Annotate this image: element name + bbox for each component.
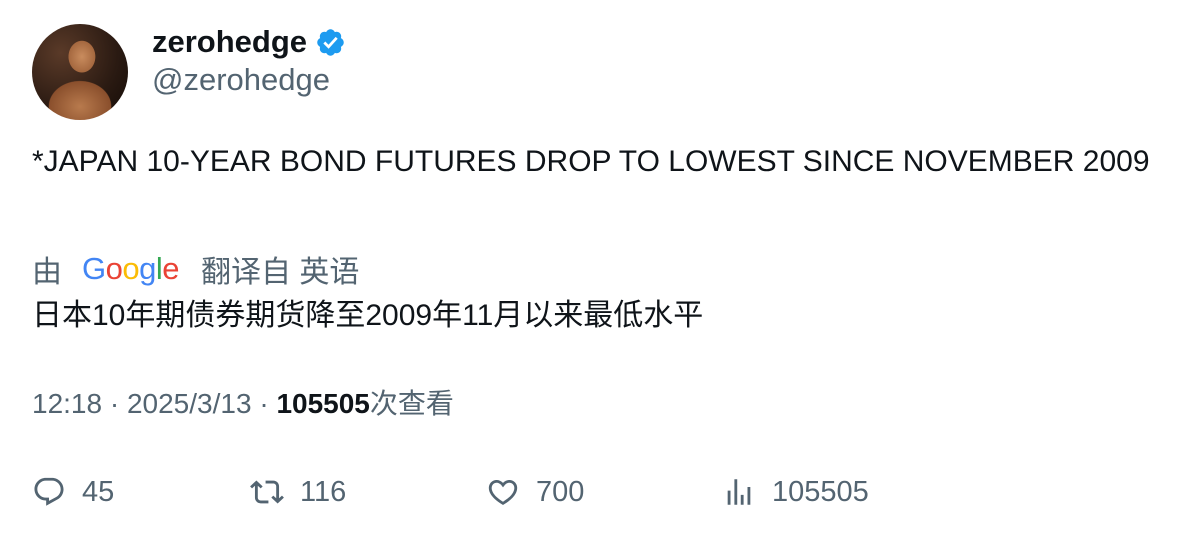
reply-button[interactable]: 45 bbox=[32, 470, 114, 514]
avatar[interactable] bbox=[32, 24, 128, 120]
author-handle[interactable]: @zerohedge bbox=[152, 62, 330, 98]
meta-separator: · bbox=[109, 388, 120, 419]
views-label: 次查看 bbox=[369, 388, 454, 419]
heart-icon bbox=[488, 479, 518, 505]
like-count: 700 bbox=[536, 475, 585, 508]
tweet-text: *JAPAN 10-YEAR BOND FUTURES DROP TO LOWE… bbox=[32, 145, 1150, 178]
retweet-icon bbox=[250, 480, 284, 504]
translation-suffix: 翻译自 英语 bbox=[201, 256, 360, 289]
tweet-date[interactable]: 2025/3/13 bbox=[127, 388, 252, 419]
google-logo: Google bbox=[82, 251, 180, 286]
author-display-name[interactable]: zerohedge bbox=[152, 24, 307, 60]
verified-badge-icon bbox=[315, 27, 346, 58]
analytics-icon bbox=[727, 479, 751, 505]
tweet-time[interactable]: 12:18 bbox=[32, 388, 102, 419]
action-bar: 45 116 700 105505 bbox=[32, 470, 1172, 514]
translation-prefix: 由 bbox=[32, 256, 62, 289]
retweet-count: 116 bbox=[300, 475, 347, 508]
views-action-count: 105505 bbox=[772, 475, 869, 508]
reply-icon bbox=[34, 477, 64, 506]
meta-separator: · bbox=[259, 388, 269, 419]
tweet-meta: 12:18 · 2025/3/13 · 105505次查看 bbox=[32, 384, 454, 424]
views-count: 105505 bbox=[276, 388, 370, 419]
like-button[interactable]: 700 bbox=[486, 470, 584, 514]
retweet-button[interactable]: 116 bbox=[250, 470, 346, 514]
author-name-row: zerohedge bbox=[152, 22, 346, 62]
views-button[interactable]: 105505 bbox=[722, 470, 869, 514]
reply-count: 45 bbox=[82, 475, 115, 508]
translated-text: 日本10年期债券期货降至2009年11月以来最低水平 bbox=[32, 299, 704, 332]
translation-attribution: 由 Google 翻译自 英语 bbox=[32, 247, 359, 291]
